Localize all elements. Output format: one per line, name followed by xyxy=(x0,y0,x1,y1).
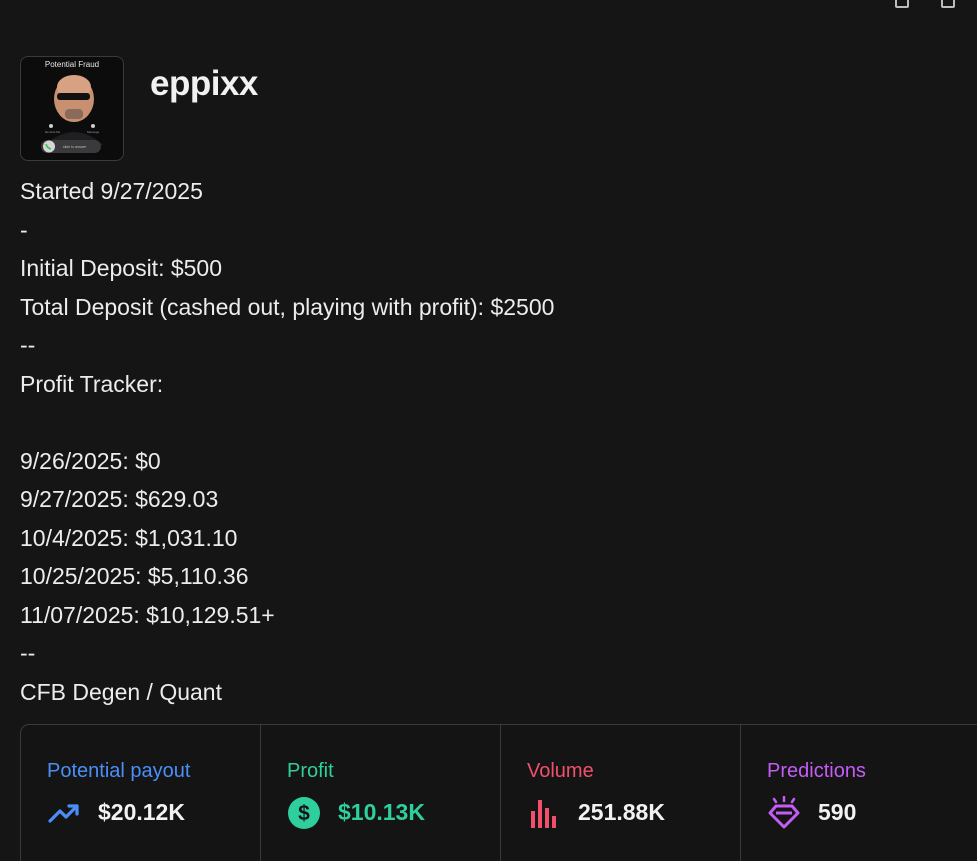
bio-line: Total Deposit (cashed out, playing with … xyxy=(20,293,555,320)
bio-line: -- xyxy=(20,332,36,358)
bio-line: 9/26/2025: $0 xyxy=(20,447,161,474)
svg-text:$: $ xyxy=(298,802,310,825)
stat-potential-payout: Potential payout $20.12K xyxy=(21,725,261,861)
bio-line: 11/07/2025: $10,129.51+ xyxy=(20,601,275,628)
bio-line: - xyxy=(20,216,28,243)
trending-up-icon xyxy=(47,796,81,830)
stat-label: Volume xyxy=(527,760,594,782)
bio-line: Started 9/27/2025 xyxy=(20,178,203,204)
bio-line: -- xyxy=(20,640,36,666)
svg-text:Remind Me: Remind Me xyxy=(45,130,61,134)
bio-line: 10/4/2025: $1,031.10 xyxy=(20,524,238,551)
avatar-image: Remind Me Message slide to answer xyxy=(41,75,103,153)
stat-value: $10.13K xyxy=(338,799,425,825)
bio-line: 10/25/2025: $5,110.36 xyxy=(20,563,249,589)
stats-panel: Potential payout $20.12K Profit $ $10.13K Vol… xyxy=(20,724,977,861)
dollar-circle-icon: $ xyxy=(287,796,321,830)
bio-line: Profit Tracker: xyxy=(20,370,164,397)
avatar: Potential Fraud Remind Me Message slide … xyxy=(20,56,124,161)
phone-icon[interactable] xyxy=(895,0,909,8)
bio-line: 9/27/2025: $629.03 xyxy=(20,486,219,512)
bio: Started 9/27/2025 - Initial Deposit: $500 T… xyxy=(20,172,960,711)
bio-line: CFB Degen / Quant xyxy=(20,678,222,705)
stat-label: Potential payout xyxy=(47,760,191,782)
stat-profit: Profit $ $10.13K xyxy=(261,725,501,861)
stat-label: Profit xyxy=(287,760,334,782)
stat-label: Predictions xyxy=(767,760,866,782)
stat-value: $20.12K xyxy=(98,799,185,825)
bio-line: Initial Deposit: $500 xyxy=(20,255,223,281)
diamond-icon xyxy=(767,795,801,830)
svg-text:slide to answer: slide to answer xyxy=(63,145,87,149)
username: eppixx xyxy=(150,64,258,103)
bar-chart-icon xyxy=(527,796,561,830)
bio-line xyxy=(20,403,960,442)
stat-value: 590 xyxy=(818,799,857,825)
window-icon[interactable] xyxy=(941,0,955,8)
svg-text:Message: Message xyxy=(87,130,100,134)
stat-value: 251.88K xyxy=(578,799,665,825)
top-toolbar-icons xyxy=(885,0,965,8)
stat-predictions: Predictions 590 xyxy=(741,725,977,861)
avatar-caption: Potential Fraud xyxy=(44,60,100,69)
stat-volume: Volume 251.88K xyxy=(501,725,741,861)
